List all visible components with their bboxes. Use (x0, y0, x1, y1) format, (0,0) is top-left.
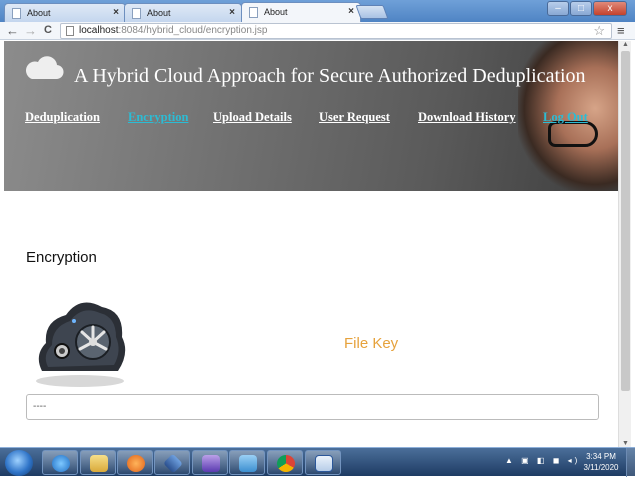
scroll-down-arrow-icon[interactable]: ▼ (622, 440, 629, 447)
windows-taskbar: ▲ ▣ ◧ ◼ ◂) 3:34 PM 3/11/2020 (0, 447, 635, 477)
browser-titlebar: About × About × About × – □ x (0, 0, 635, 22)
netbeans-icon[interactable] (192, 450, 228, 475)
start-button[interactable] (5, 450, 33, 476)
tab-close-icon[interactable]: × (348, 3, 354, 21)
page-icon (249, 7, 258, 18)
chrome-icon[interactable] (267, 450, 303, 475)
file-key-field[interactable]: ---- (26, 394, 599, 420)
menu-icon[interactable]: ≡ (617, 23, 625, 38)
browser-toolbar: ← → C localhost:8084/hybrid_cloud/encryp… (0, 22, 635, 40)
window-controls: – □ x (546, 1, 627, 16)
close-window-button[interactable]: x (593, 1, 627, 16)
back-button[interactable]: ← (6, 23, 19, 38)
notepad-icon[interactable] (229, 450, 265, 475)
site-title: A Hybrid Cloud Approach for Secure Autho… (74, 65, 586, 87)
system-tray-icons[interactable]: ▲ ▣ ◧ ◼ ◂) (505, 456, 580, 465)
page-icon (12, 8, 21, 19)
file-explorer-icon[interactable] (80, 450, 116, 475)
cloud-logo-icon (25, 56, 64, 80)
clock-date: 3/11/2020 (583, 463, 619, 472)
nav-link-download-history[interactable]: Download History (418, 110, 516, 125)
word-icon[interactable] (305, 450, 341, 475)
reload-button[interactable]: C (44, 23, 52, 38)
page-heading: Encryption (26, 249, 97, 266)
internet-explorer-icon[interactable] (42, 450, 78, 475)
browser-tab[interactable]: About × (4, 3, 126, 22)
browser-tab-active[interactable]: About × (241, 2, 361, 22)
taskbar-clock[interactable]: 3:34 PM 3/11/2020 (580, 451, 622, 473)
page-scrollbar[interactable]: ▲ ▼ (618, 41, 631, 447)
nav-link-log-out[interactable]: Log Out (543, 110, 588, 125)
page-icon (132, 8, 141, 19)
tab-close-icon[interactable]: × (113, 4, 119, 22)
clock-time: 3:34 PM (586, 452, 616, 461)
nav-link-upload-details[interactable]: Upload Details (213, 110, 292, 125)
maximize-button[interactable]: □ (570, 1, 592, 16)
tab-title: About (147, 8, 171, 18)
scrollbar-thumb[interactable] (621, 51, 630, 391)
url-text: localhost:8084/hybrid_cloud/encryption.j… (79, 24, 267, 38)
address-bar[interactable]: localhost:8084/hybrid_cloud/encryption.j… (60, 23, 612, 39)
cloud-vault-icon (36, 302, 126, 387)
bookmark-star-icon[interactable]: ☆ (593, 24, 605, 38)
file-key-label: File Key (344, 335, 399, 352)
minimize-button[interactable]: – (547, 1, 569, 16)
media-player-icon[interactable] (117, 450, 153, 475)
url-path: :8084/hybrid_cloud/encryption.jsp (118, 25, 268, 36)
url-host: localhost (79, 25, 119, 36)
forward-button[interactable]: → (24, 23, 37, 38)
show-desktop-button[interactable] (626, 448, 635, 477)
new-tab-button[interactable] (355, 5, 389, 19)
nav-link-user-request[interactable]: User Request (319, 110, 390, 125)
nav-link-encryption[interactable]: Encryption (128, 110, 188, 125)
browser-tab[interactable]: About × (124, 3, 242, 22)
nav-link-deduplication[interactable]: Deduplication (25, 110, 100, 125)
page-viewport: A Hybrid Cloud Approach for Secure Autho… (4, 41, 618, 447)
tab-title: About (264, 7, 288, 17)
virtualbox-icon[interactable] (154, 450, 190, 475)
tab-close-icon[interactable]: × (229, 4, 235, 22)
header-banner: A Hybrid Cloud Approach for Secure Autho… (4, 41, 618, 191)
scroll-up-arrow-icon[interactable]: ▲ (622, 41, 629, 48)
tab-title: About (27, 8, 51, 18)
page-icon (66, 26, 74, 36)
